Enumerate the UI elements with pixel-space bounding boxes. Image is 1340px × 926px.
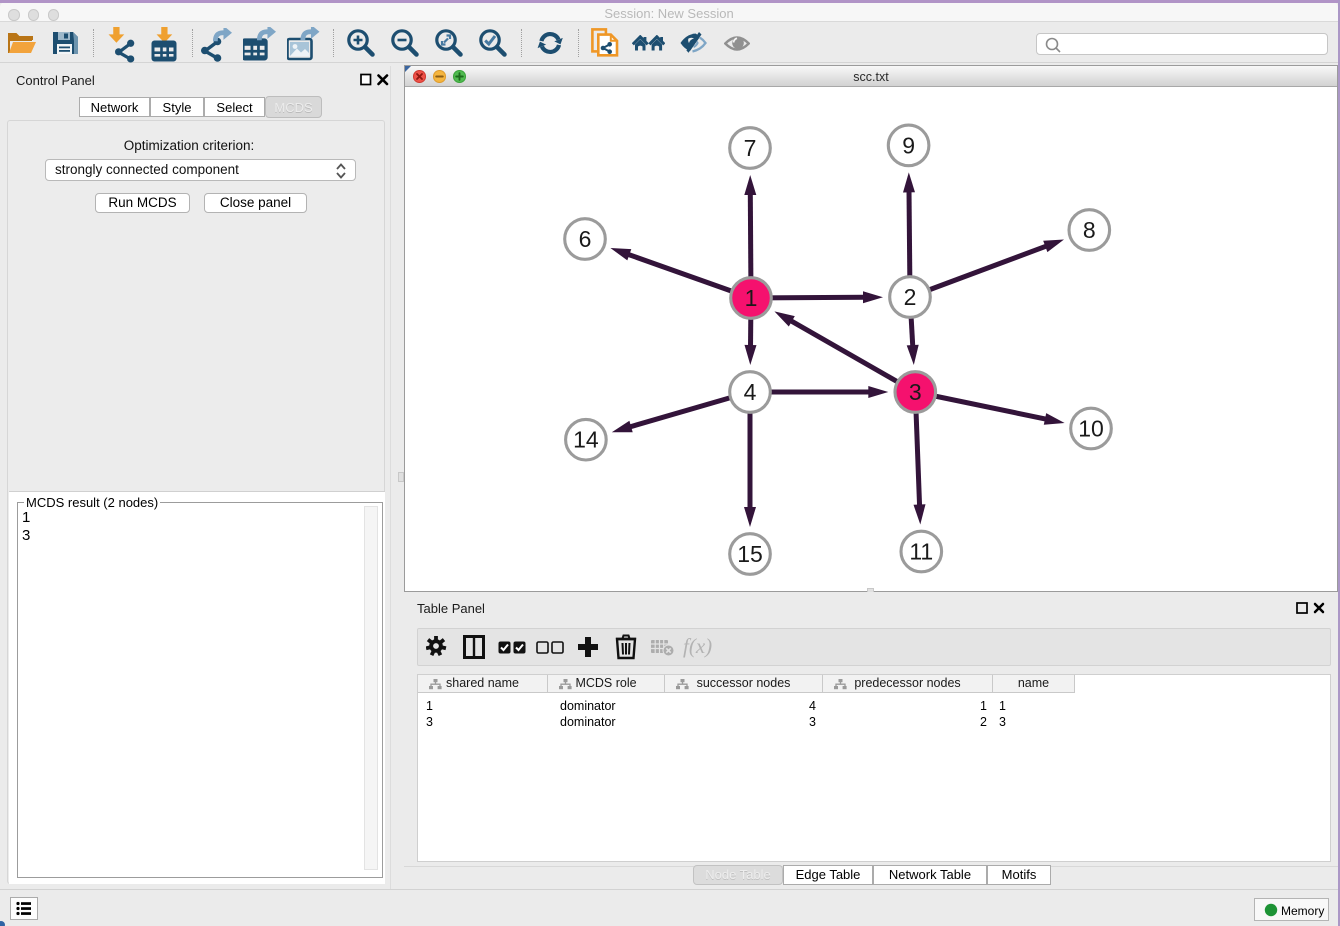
svg-text:7: 7 (744, 135, 757, 161)
svg-text:9: 9 (902, 132, 915, 158)
svg-text:14: 14 (573, 427, 599, 453)
svg-text:2: 2 (904, 284, 917, 310)
svg-text:15: 15 (737, 541, 763, 567)
svg-text:11: 11 (909, 539, 933, 565)
svg-text:8: 8 (1083, 217, 1096, 243)
svg-text:10: 10 (1078, 416, 1104, 442)
svg-text:4: 4 (744, 379, 757, 405)
svg-text:6: 6 (579, 226, 592, 252)
svg-text:1: 1 (745, 285, 758, 311)
svg-text:3: 3 (909, 379, 922, 405)
